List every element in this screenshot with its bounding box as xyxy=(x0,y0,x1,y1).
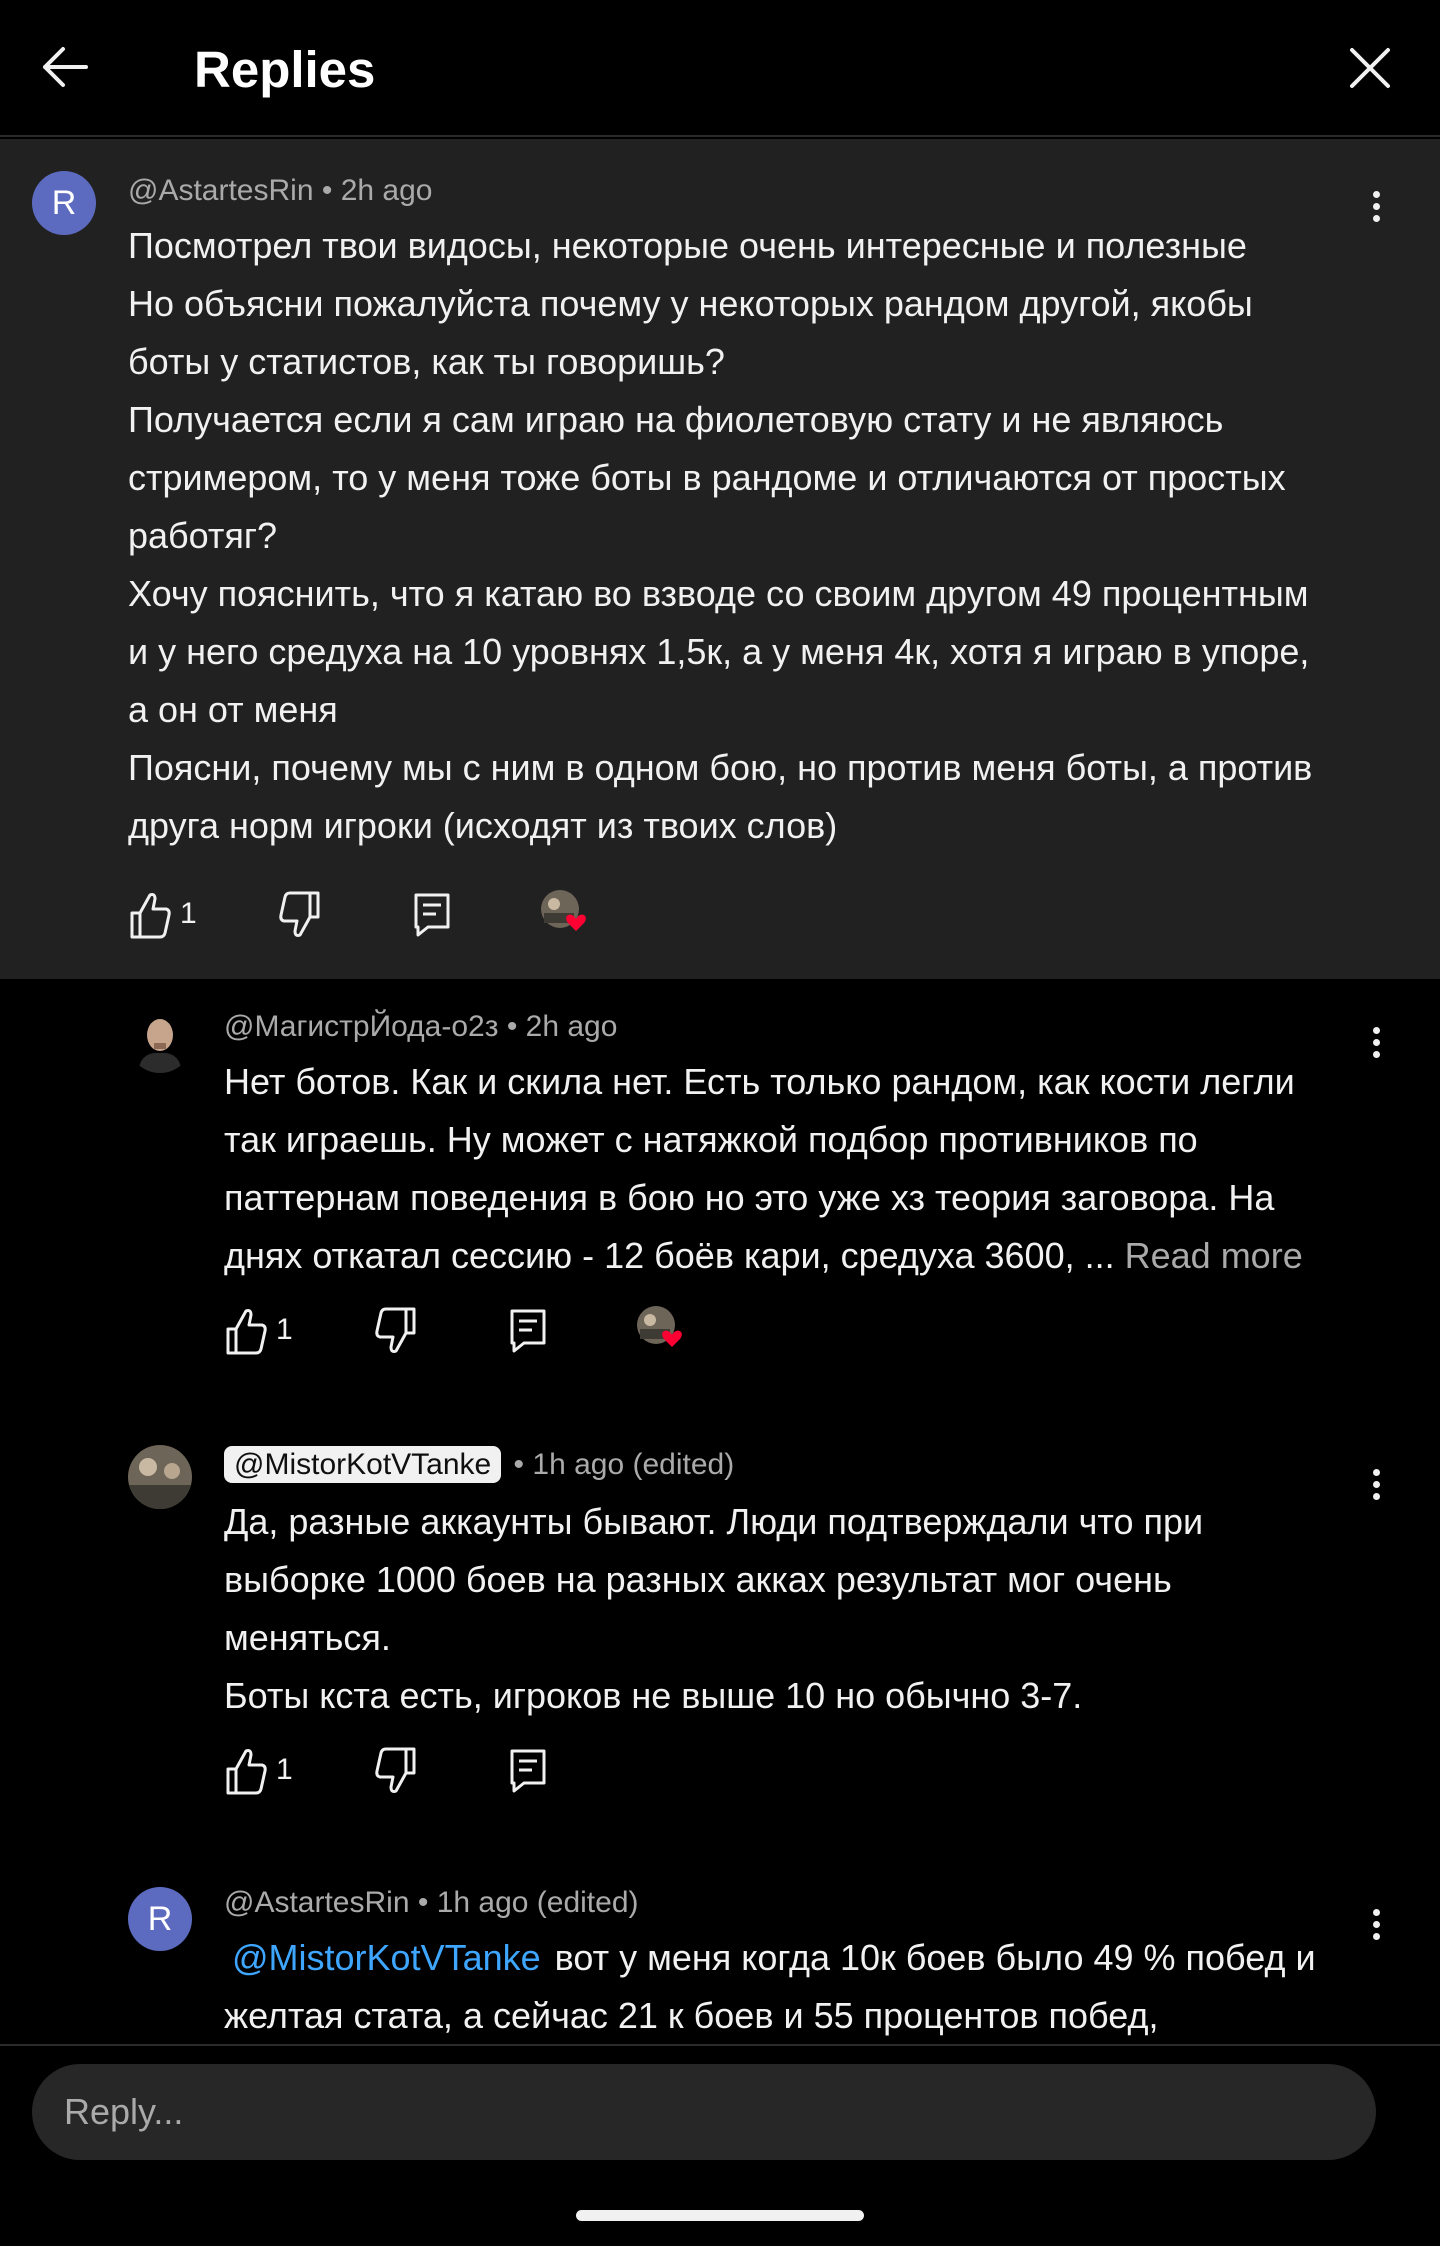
mention-link[interactable]: @MistorKotVTanke xyxy=(232,1937,541,1978)
home-indicator[interactable] xyxy=(576,2210,864,2221)
avatar[interactable]: R xyxy=(128,1887,192,1951)
timestamp: • 1h ago (edited) xyxy=(505,1448,735,1481)
parent-comment: R @AstartesRin • 2h ago Посмотрел твои в… xyxy=(0,139,1440,979)
avatar[interactable] xyxy=(128,1445,192,1509)
more-vert-icon[interactable] xyxy=(1356,1013,1396,1073)
creator-heart-icon xyxy=(637,1306,682,1347)
like-count: 1 xyxy=(180,897,197,930)
reply-icon[interactable] xyxy=(508,1741,548,1801)
read-more-link[interactable]: Read more xyxy=(1125,1235,1303,1276)
timestamp: • 2h ago xyxy=(498,1010,618,1043)
reply-input[interactable] xyxy=(32,2064,1376,2160)
thumbs-up-icon[interactable] xyxy=(128,885,172,945)
comment-meta: @MistorKotVTanke • 1h ago (edited) xyxy=(224,1445,734,1485)
avatar[interactable] xyxy=(128,1009,192,1073)
author-name[interactable]: @МагистрЙода-о2з xyxy=(224,1010,498,1043)
author-name[interactable]: @AstartesRin xyxy=(224,1886,410,1919)
comment-text: Нет ботов. Как и скила нет. Есть только … xyxy=(224,1061,1303,1276)
like-count: 1 xyxy=(276,1753,293,1786)
timestamp: • 2h ago xyxy=(313,174,433,207)
comment-text: Посмотрел твои видосы, некоторые очень и… xyxy=(128,225,1313,846)
page-title: Replies xyxy=(194,41,376,98)
reply-bar xyxy=(0,2044,1440,2246)
comment-text: Да, разные аккаунты бывают. Люди подтвер… xyxy=(224,1501,1204,1716)
author-name[interactable]: @AstartesRin xyxy=(128,174,314,207)
thumbs-down-icon[interactable] xyxy=(278,885,322,945)
back-arrow-icon[interactable] xyxy=(36,38,94,96)
reply-icon[interactable] xyxy=(412,885,452,945)
comment-meta: @МагистрЙода-о2з • 2h ago xyxy=(224,1007,617,1047)
avatar[interactable]: R xyxy=(32,171,96,235)
replies-list[interactable]: R @AstartesRin • 2h ago Посмотрел твои в… xyxy=(0,139,1440,2045)
comment-actions: 1 xyxy=(224,1301,724,1361)
thumbs-up-icon[interactable] xyxy=(224,1741,268,1801)
timestamp: • 1h ago (edited) xyxy=(409,1886,639,1919)
author-name[interactable]: @MistorKotVTanke xyxy=(224,1446,502,1483)
comment-actions: 1 xyxy=(224,1741,624,1801)
more-vert-icon[interactable] xyxy=(1356,1455,1396,1515)
like-count: 1 xyxy=(276,1313,293,1346)
replies-header: Replies xyxy=(0,0,1440,137)
reply-comment: R @AstartesRin • 1h ago (edited) @Mistor… xyxy=(0,1859,1440,2045)
reply-comment: @MistorKotVTanke • 1h ago (edited) Да, р… xyxy=(0,1419,1440,1859)
close-icon[interactable] xyxy=(1346,44,1394,92)
comment-meta: @AstartesRin • 2h ago xyxy=(128,171,432,211)
comment-meta: @AstartesRin • 1h ago (edited) xyxy=(224,1883,639,1923)
more-vert-icon[interactable] xyxy=(1356,177,1396,237)
thumbs-up-icon[interactable] xyxy=(224,1301,268,1361)
thumbs-down-icon[interactable] xyxy=(374,1301,418,1361)
comment-text: @MistorKotVTanke вот у меня когда 10к бое… xyxy=(224,1937,1316,2036)
creator-heart-icon xyxy=(541,890,586,931)
thumbs-down-icon[interactable] xyxy=(374,1741,418,1801)
comment-actions: 1 xyxy=(128,885,628,945)
reply-comment: @МагистрЙода-о2з • 2h ago Нет ботов. Как… xyxy=(0,979,1440,1419)
reply-icon[interactable] xyxy=(508,1301,548,1361)
more-vert-icon[interactable] xyxy=(1356,1895,1396,1955)
